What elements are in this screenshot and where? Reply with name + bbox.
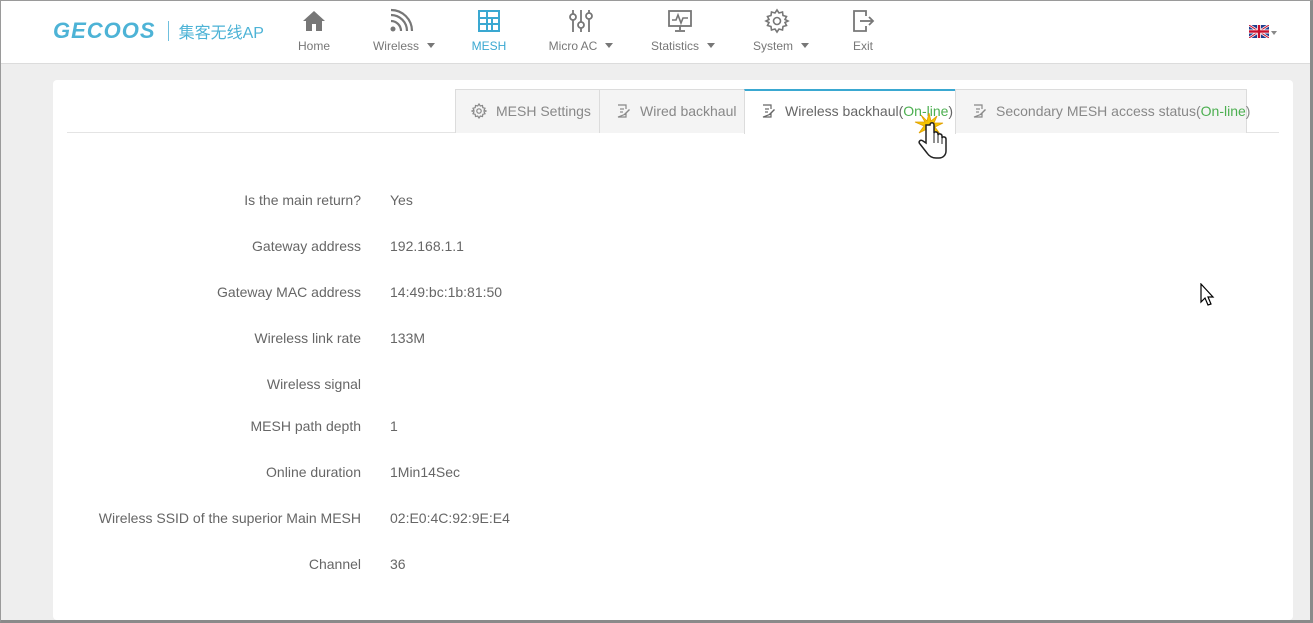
detail-row: Gateway address 192.168.1.1 bbox=[53, 238, 1293, 258]
nav-micro-ac[interactable]: Micro AC bbox=[545, 1, 617, 64]
nav-exit-label: Exit bbox=[852, 39, 873, 53]
tab-secondary-mesh-access[interactable]: Secondary MESH access status(On-line) bbox=[955, 89, 1250, 133]
top-navbar: GECOOS 集客无线AP Home Wireless MESH Micro A… bbox=[1, 1, 1310, 64]
wifi-icon bbox=[390, 8, 414, 32]
edit-doc-icon bbox=[973, 104, 986, 118]
nav-system-label: System bbox=[752, 39, 793, 53]
nav-statistics-label: Statistics bbox=[650, 39, 699, 53]
nav-statistics[interactable]: Statistics bbox=[647, 1, 719, 64]
detail-label: MESH path depth bbox=[250, 418, 361, 434]
tab-wired-backhaul-label: Wired backhaul bbox=[640, 103, 737, 119]
detail-value: 133M bbox=[390, 330, 426, 346]
detail-value: 192.168.1.1 bbox=[390, 238, 464, 254]
brand-logo: GECOOS bbox=[53, 18, 156, 43]
tab-mesh-settings[interactable]: MESH Settings bbox=[455, 89, 600, 133]
chevron-down-icon bbox=[707, 43, 715, 49]
detail-row: Online duration 1Min14Sec bbox=[53, 464, 1293, 484]
detail-row: Wireless signal bbox=[53, 376, 1293, 396]
mesh-grid-icon bbox=[478, 10, 500, 32]
detail-value: 36 bbox=[390, 556, 406, 572]
chevron-down-icon bbox=[427, 43, 435, 49]
nav-home-label: Home bbox=[297, 39, 330, 53]
home-icon bbox=[303, 11, 325, 31]
detail-row: Wireless SSID of the superior Main MESH … bbox=[53, 510, 1293, 530]
edit-doc-icon bbox=[617, 104, 630, 118]
detail-label: Gateway MAC address bbox=[217, 284, 361, 300]
detail-label: Is the main return? bbox=[244, 192, 361, 208]
detail-value: 02:E0:4C:92:9E:E4 bbox=[390, 510, 510, 526]
detail-label: Channel bbox=[308, 556, 361, 572]
detail-label: Wireless SSID of the superior Main MESH bbox=[98, 510, 361, 526]
edit-doc-icon bbox=[762, 104, 775, 118]
tab-secondary-mesh-label: Secondary MESH access status bbox=[996, 103, 1196, 119]
nav-mesh-label: MESH bbox=[471, 39, 507, 53]
detail-label: Gateway address bbox=[252, 238, 361, 254]
gear-icon bbox=[764, 8, 790, 34]
app-window: GECOOS 集客无线AP Home Wireless MESH Micro A… bbox=[0, 0, 1313, 623]
monitor-chart-icon bbox=[668, 10, 692, 32]
brand-divider bbox=[167, 21, 169, 41]
nav-wireless-label: Wireless bbox=[372, 39, 419, 53]
chevron-down-icon bbox=[605, 43, 614, 49]
exit-icon bbox=[853, 10, 875, 32]
detail-label: Wireless link rate bbox=[254, 330, 361, 346]
chevron-down-icon bbox=[801, 43, 809, 49]
mouse-cursor-icon bbox=[1200, 283, 1215, 306]
content-panel: MESH Settings Wired backhaul Wireless ba… bbox=[53, 80, 1293, 620]
nav-exit[interactable]: Exit bbox=[846, 1, 880, 64]
nav-mesh[interactable]: MESH bbox=[469, 1, 509, 64]
tab-wireless-backhaul-label: Wireless backhaul bbox=[785, 103, 899, 119]
detail-value: 1 bbox=[390, 418, 398, 434]
brand-subtitle: 集客无线AP bbox=[178, 25, 264, 42]
gear-icon bbox=[471, 103, 487, 119]
sliders-icon bbox=[569, 10, 593, 32]
detail-row: MESH path depth 1 bbox=[53, 418, 1293, 438]
detail-value: Yes bbox=[390, 192, 413, 208]
language-caret-icon[interactable] bbox=[1271, 31, 1277, 35]
nav-system[interactable]: System bbox=[748, 1, 814, 64]
detail-row: Channel 36 bbox=[53, 556, 1293, 576]
detail-value: 14:49:bc:1b:81:50 bbox=[390, 284, 503, 300]
uk-flag-icon[interactable] bbox=[1249, 25, 1269, 38]
detail-value: 1Min14Sec bbox=[390, 464, 461, 480]
nav-home[interactable]: Home bbox=[294, 1, 334, 64]
nav-micro-ac-label: Micro AC bbox=[548, 39, 598, 53]
hand-pointer-icon bbox=[914, 113, 947, 159]
detail-label: Online duration bbox=[266, 464, 361, 480]
tab-wired-backhaul[interactable]: Wired backhaul bbox=[599, 89, 745, 133]
detail-label: Wireless signal bbox=[266, 376, 361, 392]
tab-mesh-settings-label: MESH Settings bbox=[496, 103, 591, 119]
brand: GECOOS 集客无线AP bbox=[53, 17, 264, 45]
detail-row: Wireless link rate 133M bbox=[53, 330, 1293, 350]
nav-wireless[interactable]: Wireless bbox=[369, 1, 439, 64]
tab-secondary-mesh-status: On-line bbox=[1200, 103, 1246, 119]
detail-row: Is the main return? Yes bbox=[53, 192, 1293, 212]
detail-row: Gateway MAC address 14:49:bc:1b:81:50 bbox=[53, 284, 1293, 304]
